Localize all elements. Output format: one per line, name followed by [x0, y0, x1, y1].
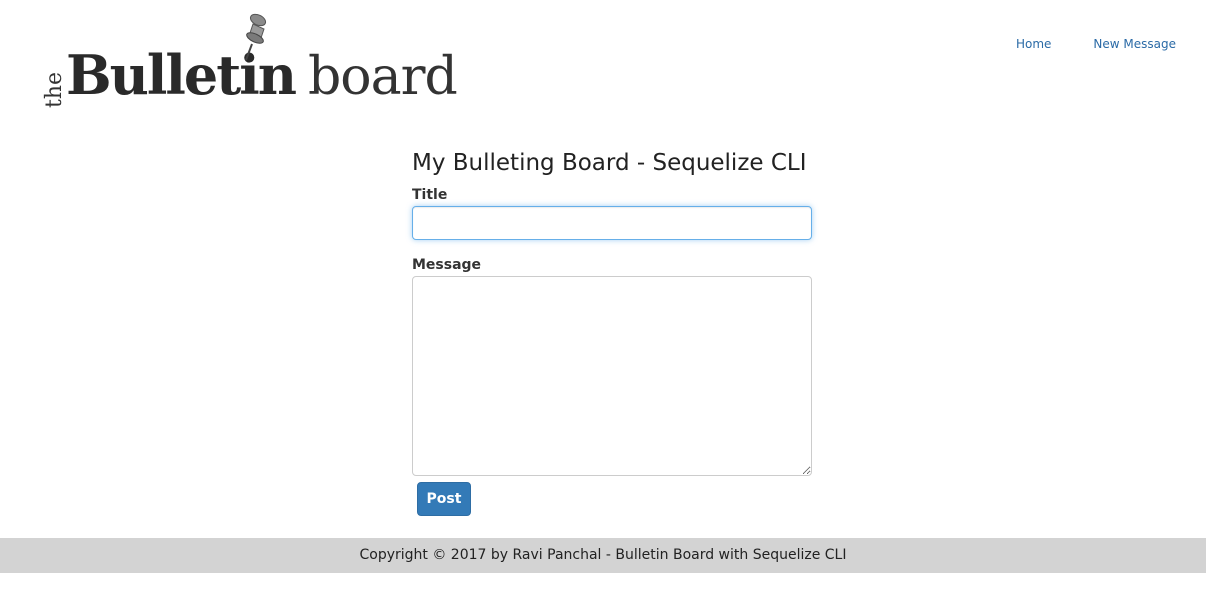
pushpin-icon — [245, 13, 267, 61]
copyright-text: Copyright © 2017 by Ravi Panchal - Bulle… — [359, 547, 847, 563]
page-title: My Bulleting Board - Sequelize CLI — [412, 150, 807, 176]
logo-board-text: board — [308, 47, 458, 107]
message-label: Message — [412, 257, 482, 273]
message-textarea[interactable] — [412, 276, 812, 476]
top-nav: Home New Message — [1016, 37, 1176, 51]
footer: Copyright © 2017 by Ravi Panchal - Bulle… — [0, 538, 1206, 573]
message-form-section: My Bulleting Board - Sequelize CLI Title… — [412, 146, 812, 516]
message-form: Title Message Post — [412, 184, 812, 516]
page: the Bulletin board Home New Message My B… — [0, 0, 1206, 599]
post-button[interactable]: Post — [417, 482, 471, 516]
nav-link-new-message[interactable]: New Message — [1093, 37, 1176, 51]
nav-link-home[interactable]: Home — [1016, 37, 1051, 51]
logo-the-text: the — [42, 71, 67, 108]
title-label: Title — [412, 187, 448, 203]
title-input[interactable] — [412, 206, 812, 240]
site-logo[interactable]: the Bulletin board — [40, 10, 480, 115]
